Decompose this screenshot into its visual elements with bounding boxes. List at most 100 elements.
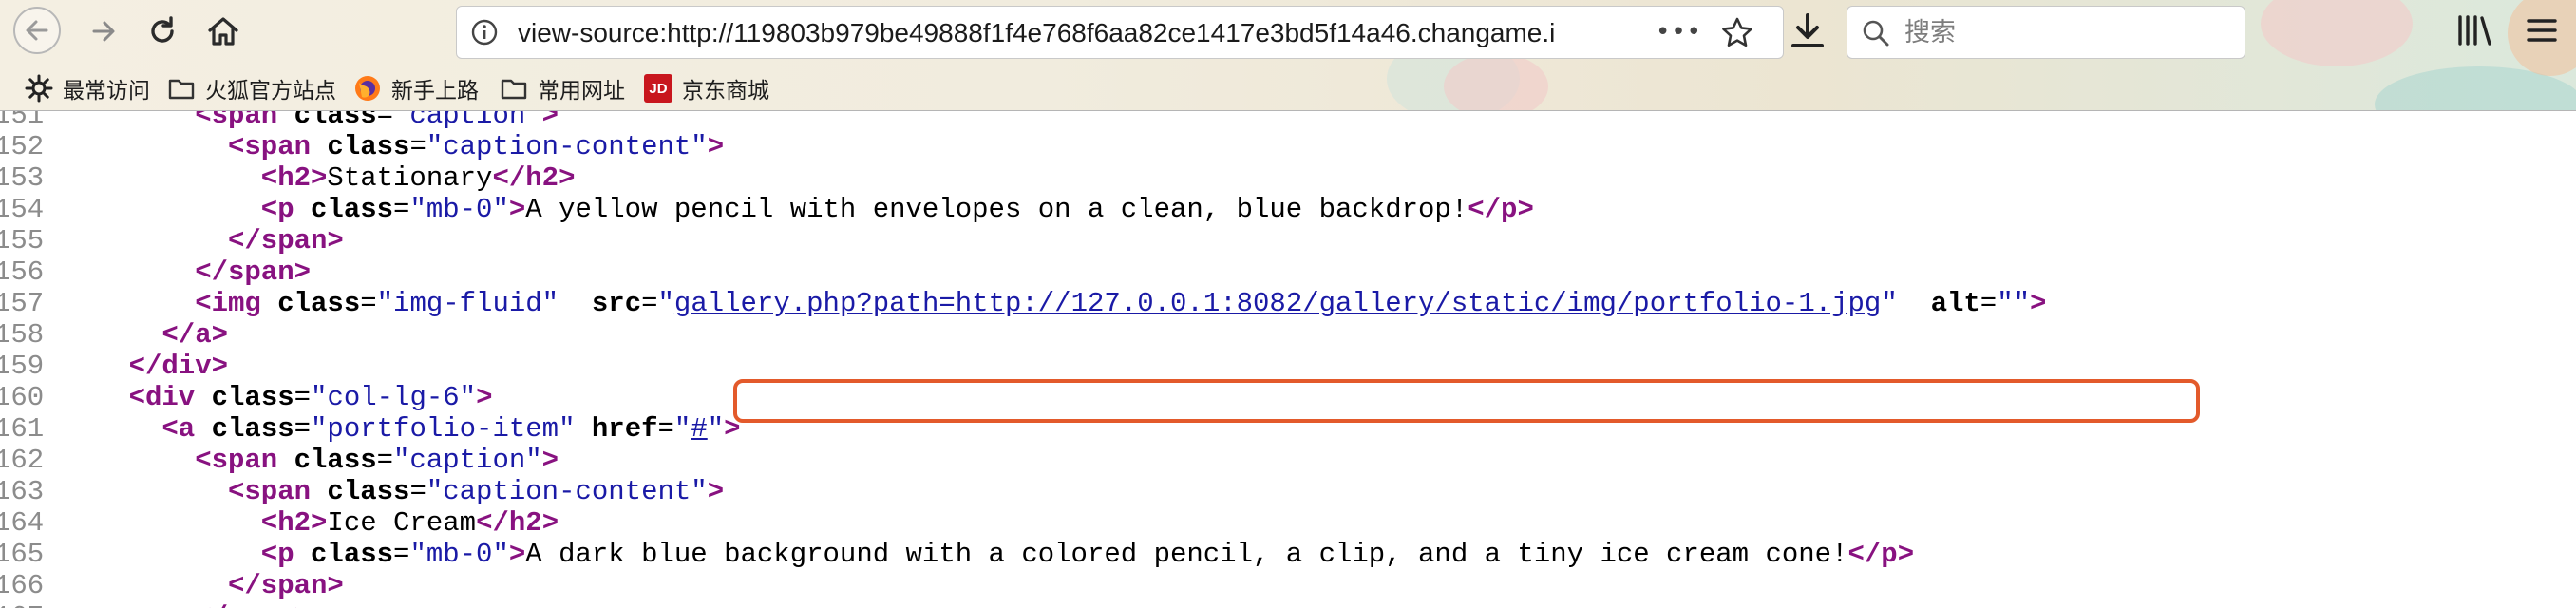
html-tag: </p: [1468, 194, 1518, 225]
source-line: 163 <span class="caption-content">: [0, 476, 724, 507]
source-link[interactable]: gallery.php?path=http://127.0.0.1:8082/g…: [674, 288, 1881, 319]
library-icon[interactable]: [2454, 11, 2496, 49]
text-node: Stationary: [327, 162, 493, 194]
attribute-name: class: [311, 539, 394, 570]
text-node: =: [376, 111, 394, 131]
back-button[interactable]: [13, 7, 61, 54]
html-tag: >: [508, 194, 526, 225]
search-bar[interactable]: 搜索: [1847, 6, 2245, 59]
text-node: =: [393, 539, 410, 570]
line-number: 155: [0, 225, 45, 256]
bookmark-common-sites[interactable]: 常用网址: [500, 72, 625, 104]
line-number: 165: [0, 539, 45, 570]
html-tag: >: [541, 111, 559, 131]
attribute-name: src: [591, 288, 642, 319]
line-number: 161: [0, 413, 45, 445]
html-tag: >: [311, 162, 328, 194]
code-text: <p class="mb-0">A dark blue background w…: [261, 539, 1914, 570]
url-fade: [1578, 10, 1644, 54]
info-icon[interactable]: [470, 18, 499, 47]
line-number: 160: [0, 382, 45, 413]
html-tag: >: [476, 382, 493, 413]
source-line: 159 </div>: [0, 351, 228, 382]
code-text: <h2>Stationary</h2>: [261, 162, 576, 194]
html-tag: >: [327, 570, 344, 601]
jd-icon: JD: [644, 74, 672, 103]
bookmark-most-visited[interactable]: 最常访问: [25, 72, 150, 104]
source-line: 157 <img class="img-fluid" src="gallery.p…: [0, 288, 2046, 319]
attribute-value: "caption-content": [426, 131, 708, 162]
code-text: <div class="col-lg-6">: [129, 382, 493, 413]
source-line: 166 </span>: [0, 570, 344, 601]
url-text[interactable]: view-source:http://119803b979be49888f1f4…: [518, 19, 1638, 48]
line-number: 156: [0, 256, 45, 288]
text-node: =: [641, 288, 658, 319]
bookmark-getting-started[interactable]: 新手上路: [353, 72, 479, 104]
html-tag: </span: [195, 601, 294, 608]
text-node: [261, 288, 277, 319]
text-node: [311, 476, 327, 507]
bookmark-jd-mall[interactable]: JD 京东商城: [644, 72, 769, 104]
code-text: </a>: [161, 319, 228, 351]
attribute-name: class: [327, 131, 410, 162]
forward-button[interactable]: [80, 8, 127, 55]
attribute-value: ": [673, 413, 691, 445]
bookmark-label: 新手上路: [391, 79, 479, 104]
attribute-value: "img-fluid": [376, 288, 559, 319]
html-tag: <span: [228, 476, 312, 507]
code-text: <span class="caption-content">: [228, 476, 724, 507]
text-node: =: [393, 194, 410, 225]
code-text: </span>: [228, 570, 344, 601]
html-tag: </span: [228, 225, 328, 256]
reload-button[interactable]: [139, 8, 186, 55]
url-bar[interactable]: view-source:http://119803b979be49888f1f4…: [456, 6, 1784, 59]
bookmark-firefox-official[interactable]: 火狐官方站点: [167, 72, 336, 104]
bookmarks-toolbar: 最常访问 火狐官方站点 新手上路 常用网址 JD 京东商城: [0, 66, 2576, 110]
menu-icon[interactable]: [2521, 11, 2563, 49]
arrow-right-icon: [92, 21, 115, 42]
bookmark-label: 京东商城: [682, 79, 769, 104]
html-tag: >: [707, 131, 725, 162]
attribute-value: ": [1881, 288, 1898, 319]
code-text: <img class="img-fluid" src="gallery.php?…: [195, 288, 2046, 319]
code-text: </span>: [228, 225, 344, 256]
html-tag: >: [211, 351, 229, 382]
html-tag: >: [508, 539, 526, 570]
text-node: =: [1979, 288, 1998, 319]
text-node: [294, 194, 311, 225]
text-node: [277, 111, 294, 131]
attribute-value: "mb-0": [409, 194, 509, 225]
source-link[interactable]: #: [691, 413, 707, 445]
bookmark-label: 火狐官方站点: [205, 79, 336, 104]
line-number: 163: [0, 476, 45, 507]
html-tag: <span: [228, 131, 312, 162]
code-text: </span>: [195, 256, 311, 288]
attribute-name: href: [591, 413, 658, 445]
attribute-value: "portfolio-item": [311, 413, 576, 445]
text-node: [195, 413, 211, 445]
html-tag: >: [559, 162, 576, 194]
download-icon[interactable]: [1786, 10, 1829, 53]
text-node: =: [376, 445, 394, 476]
html-tag: </span: [195, 256, 294, 288]
text-node: =: [294, 382, 312, 413]
html-tag: <a: [161, 413, 196, 445]
code-text: <span class="caption-content">: [228, 131, 724, 162]
attribute-value: "caption-content": [426, 476, 708, 507]
line-number: 164: [0, 507, 45, 539]
html-tag: <h2: [260, 162, 312, 194]
page-actions-button[interactable]: •••: [1656, 18, 1701, 47]
html-tag: </a: [161, 319, 212, 351]
html-tag: <h2: [260, 507, 312, 539]
arrow-left-icon: [26, 20, 48, 41]
source-line: 162 <span class="caption">: [0, 445, 559, 476]
html-tag: </div: [128, 351, 212, 382]
more-icon: •••: [1656, 18, 1703, 47]
text-node: [575, 413, 591, 445]
text-node: [1898, 288, 1931, 319]
text-node: [277, 445, 294, 476]
bookmark-star-icon[interactable]: [1720, 16, 1754, 48]
home-button[interactable]: [199, 8, 247, 55]
text-node: =: [409, 476, 426, 507]
attribute-name: class: [211, 382, 294, 413]
